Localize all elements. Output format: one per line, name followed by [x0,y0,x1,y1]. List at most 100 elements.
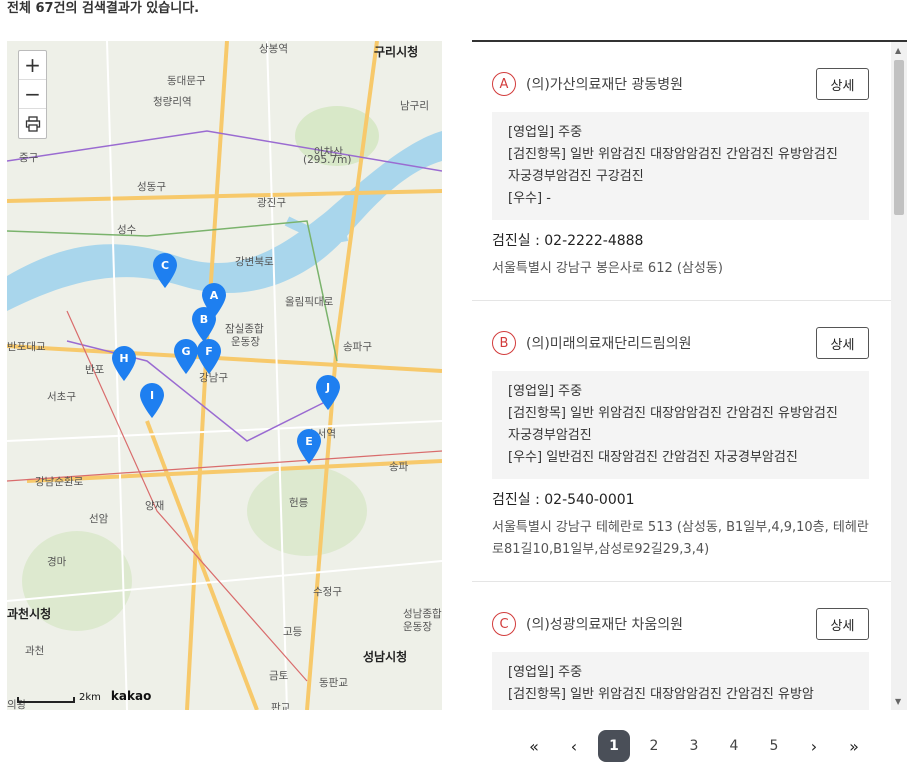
map-place-label: 성남시청 [363,650,408,664]
result-item: C (의)성광의료재단 차움의원 상세 [영업일] 주중 [검진항목] 일반 위암검진 … [472,582,907,710]
map-view[interactable]: 상봉역 구리시청 동대문구 청량리역 남구리 아차산 (295.7m) 중구 성동구 광진구 성수 강… [7,41,442,710]
address: 서울특별시 강남구 테헤란로 513 (삼성동, B1일부,4,9,10층, 테… [492,520,869,557]
scale-label: 2km [79,692,101,703]
map-place-label: 서초구 [47,391,76,403]
map-place-label: 판교 [271,702,291,710]
map-place-label: 청량리역 [153,96,192,108]
info-line: [검진항목] 일반 위암검진 대장암암검진 간암검진 유방암 [508,687,814,702]
map-place-label: 강변북로 [235,256,274,268]
map-place-label: 선암 [89,513,109,525]
hospital-name[interactable]: (의)미래의료재단리드림의원 [526,333,816,353]
marker-letter: A [209,289,219,302]
hospital-name[interactable]: (의)성광의료재단 차움의원 [526,614,816,634]
result-info-box: [영업일] 주중 [검진항목] 일반 위암검진 대장암암검진 간암검진 유방암 [492,652,869,710]
phone-label: 검진실 : [492,492,540,508]
result-summary: 전체 67건의 검색결과가 있습니다. [7,1,200,16]
info-line: [검진항목] 일반 위암검진 대장암암검진 간암검진 유방암검진 자궁경부암검진… [508,147,838,184]
result-letter-badge: B [492,331,516,355]
marker-letter: I [149,389,155,402]
map-place-label: 구리시청 [374,45,419,59]
map-marker-e[interactable]: E [296,429,322,465]
page-button-4[interactable]: 4 [714,738,754,754]
map-place-label: 경마 [47,556,67,568]
map-place-label: 과천 [25,645,45,657]
pagination: « ‹ 12345 › » [514,729,874,763]
result-info-box: [영업일] 주중 [검진항목] 일반 위암검진 대장암암검진 간암검진 유방암검진… [492,371,869,479]
scrollbar[interactable]: ▲ ▼ [891,42,907,710]
result-item-header: A (의)가산의료재단 광동병원 상세 [492,68,869,100]
scale-bar [17,697,75,703]
scroll-down-icon[interactable]: ▼ [895,697,901,706]
scrollbar-thumb[interactable] [894,60,904,215]
map-place-label: 송파구 [343,341,372,353]
result-info-box: [영업일] 주중 [검진항목] 일반 위암검진 대장암암검진 간암검진 유방암검진… [492,112,869,220]
phone-label: 검진실 : [492,233,540,249]
map-marker-h[interactable]: H [111,346,137,382]
phone-number: 02-540-0001 [544,492,635,508]
map-marker-j[interactable]: J [315,375,341,411]
map-place-label: 동대문구 [167,75,206,87]
scroll-up-icon[interactable]: ▲ [895,46,901,55]
map-controls: + − [18,50,47,139]
map-marker-c[interactable]: C [152,253,178,289]
map-marker-b[interactable]: B [191,307,217,343]
detail-button[interactable]: 상세 [816,327,869,359]
detail-button[interactable]: 상세 [816,68,869,100]
map-place-label: 남구리 [400,100,429,112]
map-place-label: 송파 [389,461,409,473]
map-place-label: 반포 [85,364,105,376]
page-button-1[interactable]: 1 [598,730,630,762]
result-item-header: B (의)미래의료재단리드림의원 상세 [492,327,869,359]
map-place-label: 상봉역 [259,43,288,55]
map-place-label: 강남순환로 [35,476,84,488]
result-item: A (의)가산의료재단 광동병원 상세 [영업일] 주중 [검진항목] 일반 위암검진 … [472,42,907,301]
map-marker-i[interactable]: I [139,383,165,419]
map-place-label: 운동장 [403,621,432,633]
map-place-label: 과천시청 [7,607,52,621]
printer-icon[interactable] [19,109,46,138]
marker-letter: G [181,345,191,358]
map-marker-f[interactable]: F [196,339,222,375]
prev-page-button[interactable]: ‹ [554,737,594,756]
map-place-label: 양재 [145,500,165,512]
next-page-button[interactable]: › [794,737,834,756]
hospital-name[interactable]: (의)가산의료재단 광동병원 [526,74,816,94]
last-page-button[interactable]: » [834,737,874,756]
page-button-5[interactable]: 5 [754,738,794,754]
page-button-3[interactable]: 3 [674,738,714,754]
phone-number: 02-2222-4888 [544,233,644,249]
map-place-label: 중구 [19,152,39,164]
detail-button[interactable]: 상세 [816,608,869,640]
marker-letter: F [205,345,213,358]
result-letter-badge: A [492,72,516,96]
marker-letter: E [305,435,313,448]
map-place-label: 동판교 [319,677,348,689]
phone-row: 검진실 : 02-2222-4888 [492,230,869,252]
first-page-button[interactable]: « [514,737,554,756]
map-place-label: 반포대교 [7,341,46,353]
zoom-out-button[interactable]: − [19,80,46,109]
map-place-label: 고등 [283,626,303,638]
map-place-label: 헌릉 [289,497,309,509]
map-place-label: (295.7m) [303,154,352,166]
marker-letter: C [160,259,170,272]
marker-letter: H [119,352,129,365]
address: 서울특별시 강남구 봉은사로 612 (삼성동) [492,261,723,276]
page-button-2[interactable]: 2 [634,738,674,754]
map-scale: 2km kakao [17,689,151,703]
map-place-label: 금토 [269,670,289,682]
map-place-label: 운동장 [231,336,260,348]
result-letter-badge: C [492,612,516,636]
map-brand-logo: kakao [110,689,152,703]
marker-letter: J [325,381,331,394]
info-line: [우수] - [508,191,551,206]
map-place-label: 수정구 [313,586,342,598]
zoom-in-button[interactable]: + [19,51,46,80]
map-marker-g[interactable]: G [173,339,199,375]
map-place-label: 성동구 [137,181,166,193]
result-list[interactable]: A (의)가산의료재단 광동병원 상세 [영업일] 주중 [검진항목] 일반 위암검진 … [472,40,907,710]
info-line: [영업일] 주중 [508,125,583,140]
info-line: [영업일] 주중 [508,665,583,680]
result-item: B (의)미래의료재단리드림의원 상세 [영업일] 주중 [검진항목] 일반 위암검진 … [472,301,907,582]
map-place-label: 성수 [117,224,137,236]
